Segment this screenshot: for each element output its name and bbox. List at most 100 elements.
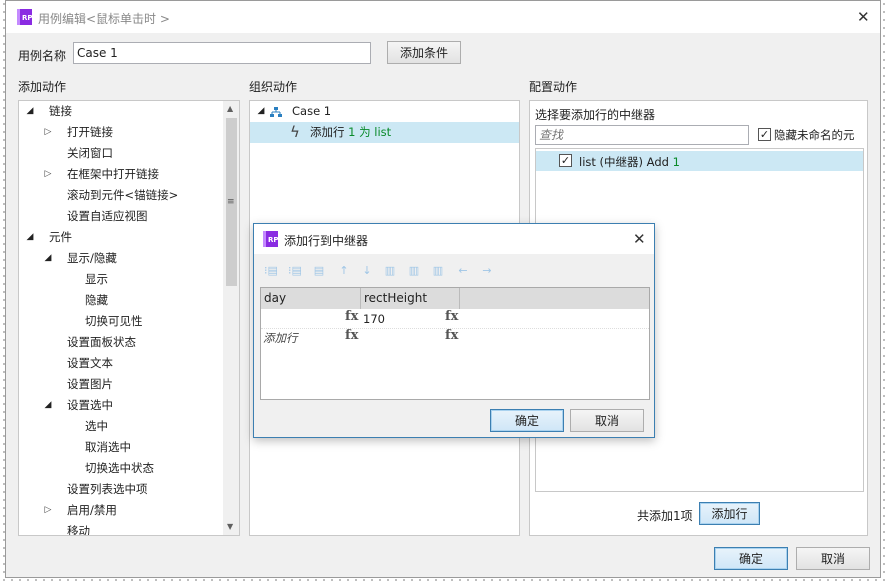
close-icon[interactable]: ✕ — [857, 9, 870, 25]
action-tree-item[interactable]: 设置文本 — [19, 353, 223, 374]
action-prefix: 添加行 — [310, 125, 349, 139]
grip-icon: ≡ — [227, 197, 235, 207]
action-tree-item[interactable]: 滚动到元件<锚链接> — [19, 185, 223, 206]
configure-heading: 选择要添加行的中继器 — [535, 108, 656, 122]
ok-button[interactable]: 确定 — [714, 547, 788, 570]
case-name-input[interactable] — [73, 42, 371, 64]
action-tree-label: 元件 — [49, 230, 72, 244]
dialog-title: 添加行到中继器 — [284, 234, 369, 248]
expand-icon[interactable]: ◢ — [256, 101, 266, 122]
action-tree-item[interactable]: ▷ 打开链接 — [19, 122, 223, 143]
action-tree-label: 移动 — [67, 524, 90, 536]
action-tree-item[interactable]: 关闭窗口 — [19, 143, 223, 164]
organize-action-heading: 组织动作 — [249, 80, 298, 94]
action-mid: 为 — [355, 125, 375, 139]
fx-icon[interactable]: fx — [445, 309, 458, 324]
expand-icon[interactable]: ▷ — [43, 122, 53, 143]
cell-rectheight-value[interactable]: 170 — [363, 312, 385, 326]
repeater-item-count: 1 — [672, 155, 680, 169]
action-tree-item[interactable]: 隐藏 — [19, 290, 223, 311]
fx-icon[interactable]: fx — [445, 328, 458, 343]
axure-logo-icon: RP — [17, 9, 32, 25]
window-title: 用例编辑<鼠标单击时 > — [38, 12, 170, 26]
action-tree-item[interactable]: 设置面板状态 — [19, 332, 223, 353]
collapse-icon[interactable]: ◢ — [25, 101, 35, 122]
case-tree-icon — [270, 101, 282, 122]
add-condition-button[interactable]: 添加条件 — [387, 41, 461, 64]
dialog-ok-button[interactable]: 确定 — [490, 409, 564, 432]
collapse-icon[interactable]: ◢ — [25, 227, 35, 248]
action-tree-label: 切换选中状态 — [85, 461, 154, 475]
action-tree-item[interactable]: ▷ 启用/禁用 — [19, 500, 223, 521]
action-tree-item[interactable]: 显示 — [19, 269, 223, 290]
actions-tree-panel: ◢ 链接 ▷ 打开链接关闭窗口 ▷ 在框架中打开链接 滚动到元件<锚链接> 设置自适应视图 ◢ 元… — [18, 100, 240, 536]
scroll-down-icon[interactable]: ▼ — [227, 522, 233, 531]
repeater-item-label: list (中继器) Add 1 — [579, 154, 680, 170]
repeater-item[interactable]: ✓ list (中继器) Add 1 — [536, 151, 863, 171]
action-tree-label: 打开链接 — [67, 125, 113, 139]
add-row-button[interactable]: 添加行 — [699, 502, 760, 525]
insert-row-below-icon[interactable]: ⁝▤ — [286, 264, 304, 277]
case-label: Case 1 — [292, 104, 332, 118]
action-tree-item[interactable]: 设置自适应视图 — [19, 206, 223, 227]
column-header-rectheight[interactable]: rectHeight — [361, 288, 460, 309]
repeater-checkbox[interactable]: ✓ — [559, 154, 572, 167]
action-tree-label: 隐藏 — [85, 293, 108, 307]
collapse-icon[interactable]: ◢ — [43, 395, 53, 416]
dialog-logo-icon: RP — [263, 231, 278, 247]
title-bar: RP 用例编辑<鼠标单击时 > ✕ — [6, 1, 880, 33]
grid-add-row[interactable]: 添加行 fx fx — [261, 328, 649, 346]
scroll-up-icon[interactable]: ▲ — [227, 104, 233, 113]
column-header-day[interactable]: day — [261, 288, 361, 309]
lightning-icon: ϟ — [290, 123, 300, 141]
expand-icon[interactable]: ▷ — [43, 164, 53, 185]
move-right-icon[interactable]: → — [478, 264, 496, 277]
dialog-close-icon[interactable]: ✕ — [633, 231, 646, 247]
case-row[interactable]: ◢ Case 1 — [250, 101, 519, 122]
action-text: 添加行 1 为 list — [310, 122, 391, 143]
insert-column-right-icon[interactable]: ▥ — [405, 264, 423, 277]
collapse-icon[interactable]: ◢ — [43, 248, 53, 269]
move-up-icon[interactable]: ↑ — [335, 264, 353, 277]
dialog-title-bar: RP 添加行到中继器 ✕ — [254, 224, 654, 254]
action-tree-label: 链接 — [49, 104, 72, 118]
fx-icon[interactable]: fx — [345, 309, 358, 324]
repeater-item-prefix: list (中继器) Add — [579, 155, 673, 169]
dialog-cancel-button[interactable]: 取消 — [570, 409, 644, 432]
move-down-icon[interactable]: ↓ — [358, 264, 376, 277]
action-tree-item[interactable]: ◢ 显示/隐藏 — [19, 248, 223, 269]
grid-row[interactable]: fx 170 fx — [261, 309, 649, 328]
delete-row-icon[interactable]: ▤ — [310, 264, 328, 277]
repeater-search-input[interactable] — [535, 125, 749, 145]
action-tree-item[interactable]: 设置列表选中项 — [19, 479, 223, 500]
insert-column-left-icon[interactable]: ▥ — [381, 264, 399, 277]
action-tree-item[interactable]: 取消选中 — [19, 437, 223, 458]
action-tree-item[interactable]: 选中 — [19, 416, 223, 437]
move-left-icon[interactable]: ← — [454, 264, 472, 277]
action-tree-item[interactable]: 移动 — [19, 521, 223, 536]
action-tree-item[interactable]: 设置图片 — [19, 374, 223, 395]
action-tree-label: 关闭窗口 — [67, 146, 113, 160]
action-tree-item[interactable]: ◢ 元件 — [19, 227, 223, 248]
action-tree-label: 设置自适应视图 — [67, 209, 148, 223]
hide-unnamed-checkbox[interactable]: ✓ — [758, 128, 771, 141]
action-tree-label: 选中 — [85, 419, 108, 433]
fx-icon[interactable]: fx — [345, 328, 358, 343]
action-tree-item[interactable]: ▷ 在框架中打开链接 — [19, 164, 223, 185]
action-tree-item[interactable]: ◢ 链接 — [19, 101, 223, 122]
add-row-hint[interactable]: 添加行 — [263, 330, 298, 346]
actions-scrollbar[interactable]: ▲ ≡ ▼ — [223, 101, 239, 535]
delete-column-icon[interactable]: ▥ — [429, 264, 447, 277]
cancel-button[interactable]: 取消 — [796, 547, 870, 570]
action-tree-item[interactable]: ◢ 设置选中 — [19, 395, 223, 416]
configure-action-heading: 配置动作 — [529, 80, 578, 94]
hide-unnamed-label: 隐藏未命名的元 — [774, 128, 855, 142]
action-target: list — [374, 125, 392, 139]
action-row-selected[interactable]: ϟ 添加行 1 为 list — [250, 122, 519, 143]
expand-icon[interactable]: ▷ — [43, 500, 53, 521]
insert-row-above-icon[interactable]: ⁝▤ — [262, 264, 280, 277]
action-tree-item[interactable]: 切换选中状态 — [19, 458, 223, 479]
action-tree-item[interactable]: 切换可见性 — [19, 311, 223, 332]
add-action-heading: 添加动作 — [18, 80, 67, 94]
action-tree-label: 显示/隐藏 — [67, 251, 117, 265]
